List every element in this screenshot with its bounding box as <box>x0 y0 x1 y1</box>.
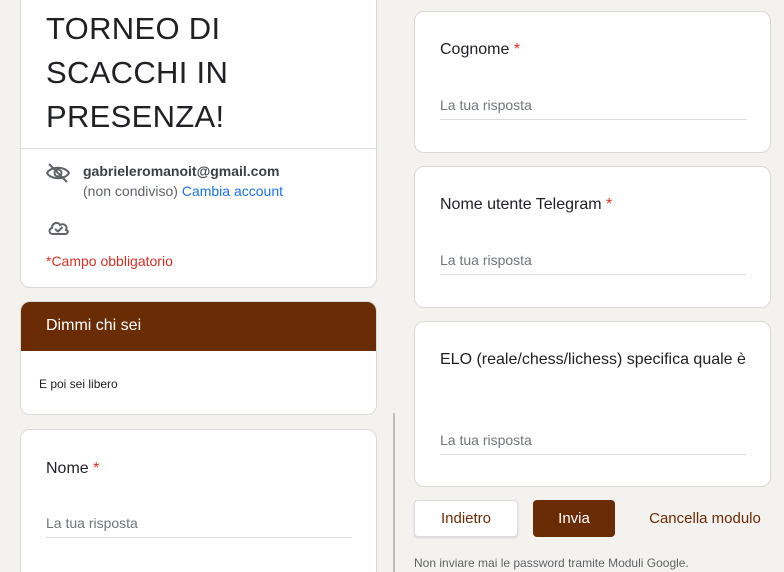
clear-form-button[interactable]: Cancella modulo <box>640 500 770 537</box>
question-label: ELO (reale/chess/lichess) specifica qual… <box>440 348 750 371</box>
question-card-telegram: Nome utente Telegram * <box>414 166 771 308</box>
question-card-elo: ELO (reale/chess/lichess) specifica qual… <box>414 321 771 487</box>
telegram-username-input[interactable] <box>440 252 746 275</box>
account-status: (non condiviso) <box>83 183 178 199</box>
form-header-card: TORNEO DI SCACCHI IN PRESENZA! gabrieler… <box>20 0 377 288</box>
question-label-text: ELO (reale/chess/lichess) specifica qual… <box>440 351 746 368</box>
account-email: gabrieleromanoit@gmail.com <box>83 163 280 179</box>
section-card: Dimmi chi sei E poi sei libero <box>20 301 377 415</box>
question-card-nome: Nome * <box>20 429 377 572</box>
eye-off-icon <box>45 163 71 183</box>
scrollbar[interactable] <box>393 413 395 572</box>
required-asterisk: * <box>93 460 100 477</box>
back-button[interactable]: Indietro <box>414 500 518 537</box>
switch-account-link[interactable]: Cambia account <box>182 183 283 199</box>
nome-input[interactable] <box>46 515 352 538</box>
question-label-text: Cognome <box>440 41 510 58</box>
question-card-cognome: Cognome * <box>414 11 771 153</box>
question-label: Nome utente Telegram * <box>440 193 612 216</box>
question-label: Cognome * <box>440 38 520 61</box>
submit-button[interactable]: Invia <box>533 500 615 537</box>
cloud-check-icon <box>48 221 69 235</box>
question-label-text: Nome utente Telegram <box>440 196 602 213</box>
account-status-line: (non condiviso) Cambia account <box>83 183 283 199</box>
required-field-note: *Campo obbligatorio <box>46 253 173 269</box>
cognome-input[interactable] <box>440 97 746 120</box>
required-asterisk: * <box>606 196 613 213</box>
required-asterisk: * <box>513 41 521 58</box>
question-label-text: Nome <box>46 460 89 477</box>
question-label: Nome * <box>46 457 99 480</box>
password-warning: Non inviare mai le password tramite Modu… <box>414 556 689 570</box>
section-title: Dimmi chi sei <box>21 302 376 351</box>
form-title: TORNEO DI SCACCHI IN PRESENZA! <box>46 11 229 134</box>
section-description: E poi sei libero <box>39 377 118 391</box>
header-divider <box>21 148 376 149</box>
elo-input[interactable] <box>440 432 746 455</box>
